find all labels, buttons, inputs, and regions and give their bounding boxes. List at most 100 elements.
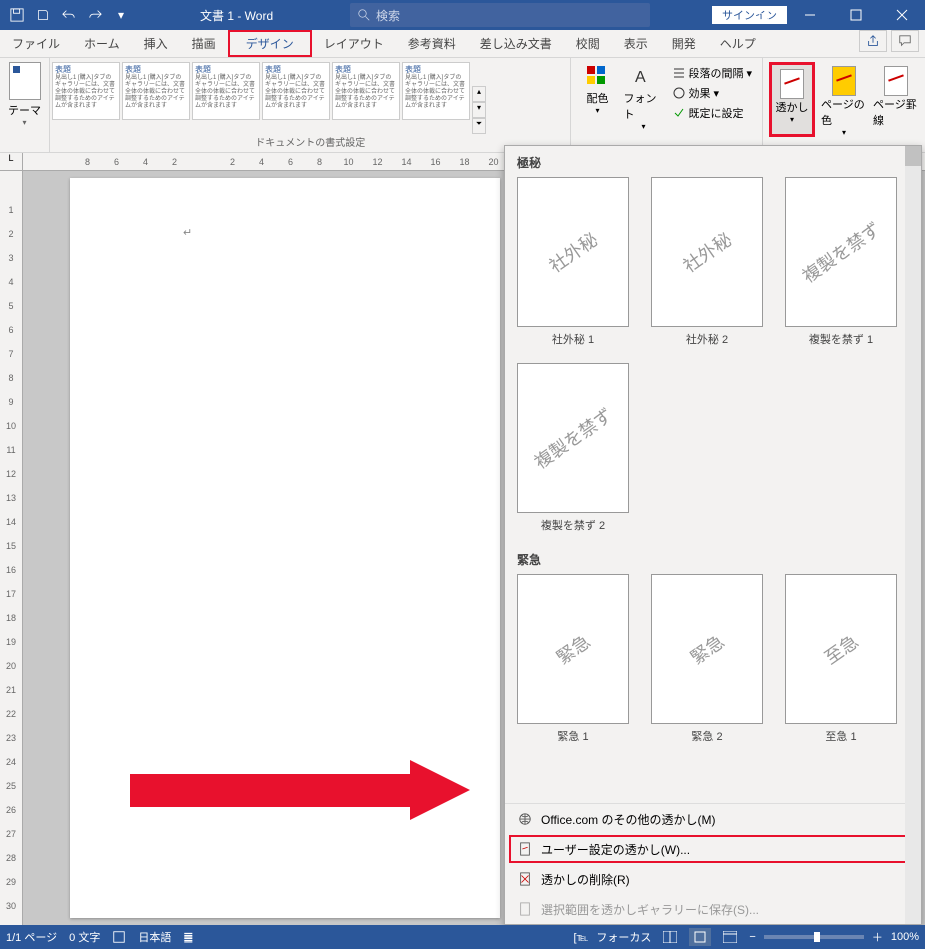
zoom-in-icon[interactable]: ＋: [872, 929, 883, 945]
spacing-icon: [673, 67, 685, 79]
tab-home[interactable]: ホーム: [72, 30, 132, 57]
style-item[interactable]: 表題見出し1 [購入]タブのギャラリーには、文書全体の体裁に合わせて調整するため…: [122, 62, 190, 120]
tab-view[interactable]: 表示: [612, 30, 660, 57]
redo-icon[interactable]: [84, 4, 106, 26]
style-item[interactable]: 表題見出し1 [購入]タブのギャラリーには、文書全体の体裁に合わせて調整するため…: [262, 62, 330, 120]
dropdown-section-confidential: 極秘: [513, 146, 903, 177]
remove-icon: [517, 871, 533, 887]
style-gallery[interactable]: 表題見出し1 [購入]タブのギャラリーには、文書全体の体裁に合わせて調整するため…: [52, 62, 568, 134]
close-icon[interactable]: [879, 0, 925, 30]
watermark-preset[interactable]: 社外秘社外秘 1: [517, 177, 629, 347]
set-default-button[interactable]: 既定に設定: [673, 104, 752, 122]
style-item[interactable]: 表題見出し1 [購入]タブのギャラリーには、文書全体の体裁に合わせて調整するため…: [332, 62, 400, 120]
formatting-group: 表題見出し1 [購入]タブのギャラリーには、文書全体の体裁に合わせて調整するため…: [50, 58, 571, 152]
dropdown-section-urgent: 緊急: [513, 543, 903, 574]
more-watermarks-office[interactable]: Office.com のその他の透かし(M) ▸: [505, 804, 921, 834]
watermark-thumbnail: 社外秘: [651, 177, 763, 327]
display-settings-icon[interactable]: [℡: [574, 931, 589, 944]
search-icon: [358, 9, 370, 21]
ribbon-options-icon[interactable]: [741, 0, 787, 30]
style-item[interactable]: 表題見出し1 [購入]タブのギャラリーには、文書全体の体裁に合わせて調整するため…: [402, 62, 470, 120]
effects-button[interactable]: 効果 ▾: [673, 84, 752, 102]
watermark-preset[interactable]: 複製を禁ず複製を禁ず 1: [785, 177, 897, 347]
spellcheck-icon[interactable]: [112, 930, 126, 944]
themes-icon: [9, 62, 41, 100]
annotation-arrow: [130, 760, 495, 820]
themes-label: テーマ: [8, 102, 41, 118]
themes-group[interactable]: テーマ ▾: [0, 58, 50, 152]
zoom-slider[interactable]: [764, 935, 864, 939]
minimize-icon[interactable]: [787, 0, 833, 30]
tab-insert[interactable]: 挿入: [132, 30, 180, 57]
watermark-icon: [780, 69, 804, 99]
window-controls: [741, 0, 925, 30]
fonts-button[interactable]: Aフォント▾: [623, 62, 663, 131]
style-item[interactable]: 表題見出し1 [購入]タブのギャラリーには、文書全体の体裁に合わせて調整するため…: [52, 62, 120, 120]
colors-button[interactable]: 配色▾: [577, 62, 617, 131]
tab-developer[interactable]: 開発: [660, 30, 708, 57]
zoom-level[interactable]: 100%: [891, 931, 919, 943]
watermark-preset[interactable]: 複製を禁ず複製を禁ず 2: [517, 363, 629, 533]
watermark-thumbnail: 緊急: [517, 574, 629, 724]
page-indicator[interactable]: 1/1 ページ: [6, 929, 57, 945]
watermark-preset[interactable]: 緊急緊急 1: [517, 574, 629, 744]
share-icon[interactable]: [859, 30, 887, 52]
tab-references[interactable]: 参考資料: [396, 30, 468, 57]
tab-layout[interactable]: レイアウト: [312, 30, 396, 57]
watermark-thumbnail: 社外秘: [517, 177, 629, 327]
watermark-thumbnail: 複製を禁ず: [517, 363, 629, 513]
gallery-more[interactable]: ▴▾⏷: [472, 62, 486, 134]
remove-watermark[interactable]: 透かしの削除(R): [505, 864, 921, 894]
tab-design[interactable]: デザイン: [228, 30, 312, 57]
language-indicator[interactable]: 日本語: [138, 929, 171, 945]
undo-icon[interactable]: [58, 4, 80, 26]
save-icon[interactable]: [32, 4, 54, 26]
watermark-label: 社外秘 1: [517, 331, 629, 347]
ribbon: テーマ ▾ 表題見出し1 [購入]タブのギャラリーには、文書全体の体裁に合わせて…: [0, 58, 925, 153]
tab-help[interactable]: ヘルプ: [708, 30, 768, 57]
page-borders-icon: [884, 66, 908, 96]
quick-access-toolbar: ▾: [0, 4, 138, 26]
title-bar: ▾ 文書 1 - Word 検索 サインイン: [0, 0, 925, 30]
tab-review[interactable]: 校閲: [564, 30, 612, 57]
paragraph-spacing-button[interactable]: 段落の間隔 ▾: [673, 64, 752, 82]
web-layout-icon[interactable]: [719, 928, 741, 946]
save-gallery-icon: [517, 901, 533, 917]
watermark-label: 緊急 1: [517, 728, 629, 744]
watermark-preset[interactable]: 緊急緊急 2: [651, 574, 763, 744]
watermark-button[interactable]: 透かし▾: [769, 62, 815, 137]
zoom-out-icon[interactable]: −: [749, 931, 755, 943]
search-box[interactable]: 検索: [350, 3, 650, 27]
watermark-preset[interactable]: 至急至急 1: [785, 574, 897, 744]
tab-file[interactable]: ファイル: [0, 30, 72, 57]
autosave-toggle[interactable]: [6, 4, 28, 26]
vertical-ruler[interactable]: 1234567891011121314151617181920212223242…: [0, 171, 23, 925]
save-selection-to-gallery: 選択範囲を透かしギャラリーに保存(S)...: [505, 894, 921, 924]
read-mode-icon[interactable]: [659, 928, 681, 946]
watermark-label: 緊急 2: [651, 728, 763, 744]
custom-watermark[interactable]: ユーザー設定の透かし(W)...: [505, 834, 921, 864]
accessibility-icon[interactable]: ䷀: [183, 931, 193, 944]
tab-mailings[interactable]: 差し込み文書: [468, 30, 564, 57]
style-item[interactable]: 表題見出し1 [購入]タブのギャラリーには、文書全体の体裁に合わせて調整するため…: [192, 62, 260, 120]
effects-icon: [673, 87, 685, 99]
page-background-group: 透かし▾ ページの色▾ ページ罫線: [763, 58, 925, 152]
page-color-icon: [832, 66, 856, 96]
qat-more-icon[interactable]: ▾: [110, 4, 132, 26]
page-borders-button[interactable]: ページ罫線: [873, 62, 919, 137]
maximize-icon[interactable]: [833, 0, 879, 30]
print-layout-icon[interactable]: [689, 928, 711, 946]
page-color-button[interactable]: ページの色▾: [821, 62, 867, 137]
watermark-preset[interactable]: 社外秘社外秘 2: [651, 177, 763, 347]
watermark-label: 複製を禁ず 1: [785, 331, 897, 347]
watermark-label: 複製を禁ず 2: [517, 517, 629, 533]
dropdown-scrollbar[interactable]: [905, 146, 921, 924]
document-title: 文書 1 - Word: [200, 7, 273, 24]
tab-draw[interactable]: 描画: [180, 30, 228, 57]
word-count[interactable]: 0 文字: [69, 929, 100, 945]
page-icon: [517, 841, 533, 857]
watermark-thumbnail: 緊急: [651, 574, 763, 724]
focus-mode[interactable]: フォーカス: [596, 929, 651, 945]
watermark-label: 社外秘 2: [651, 331, 763, 347]
comments-icon[interactable]: [891, 30, 919, 52]
